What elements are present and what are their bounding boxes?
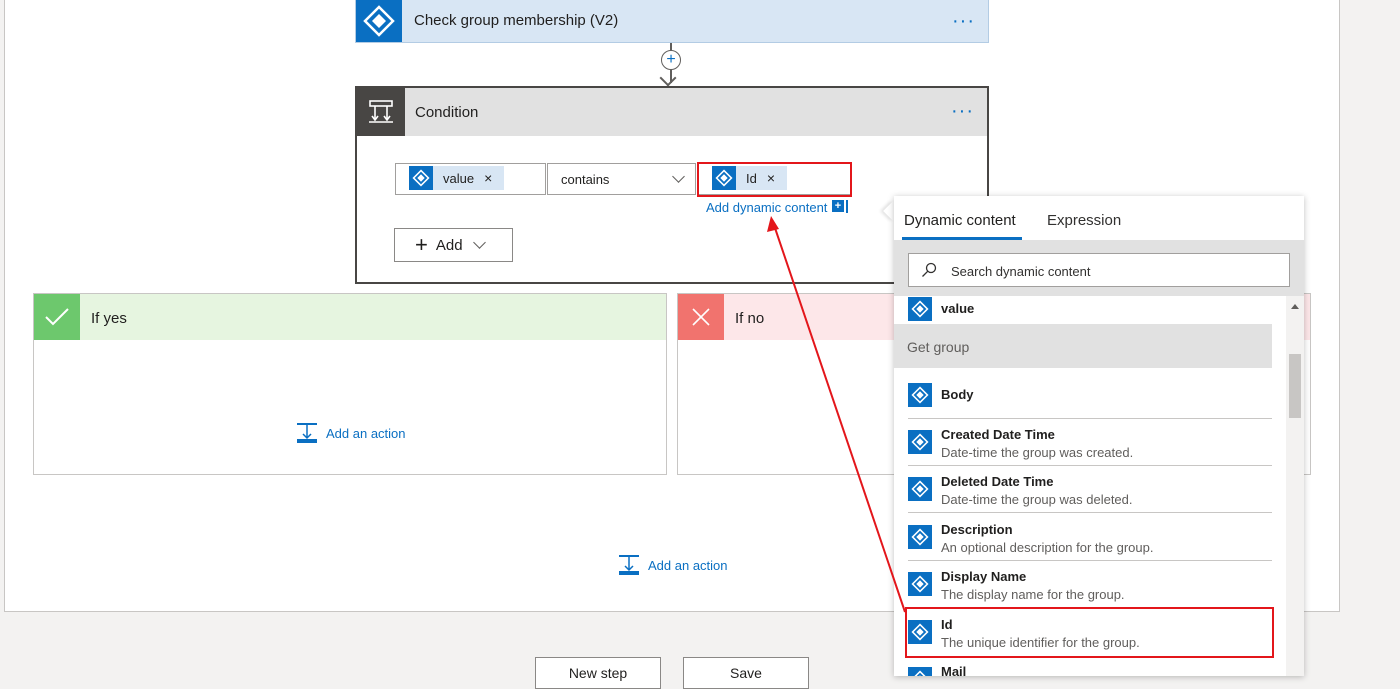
add-action-label: Add an action (326, 425, 406, 441)
item-name: Created Date Time (941, 427, 1055, 442)
divider (846, 200, 848, 213)
list-item[interactable]: Description An optional description for … (908, 514, 1272, 561)
tab-expression[interactable]: Expression (1047, 212, 1121, 229)
azure-ad-icon (908, 430, 932, 454)
add-action-icon (297, 423, 317, 443)
add-action-label: Add an action (648, 557, 728, 573)
item-description: The display name for the group. (941, 587, 1125, 602)
list-item[interactable]: Mail (908, 656, 1272, 676)
if-yes-title: If yes (91, 310, 127, 327)
token-label: value (443, 170, 475, 186)
more-options-icon[interactable]: ··· (951, 101, 974, 121)
condition-left-operand[interactable]: value × (395, 163, 546, 195)
check-icon (34, 294, 80, 340)
add-action-button[interactable]: Add an action (296, 422, 406, 444)
add-dynamic-content-link[interactable]: Add dynamic content (706, 200, 827, 215)
add-condition-row-button[interactable]: + Add (394, 228, 513, 262)
plus-icon: + (415, 232, 428, 257)
operator-value: contains (561, 172, 610, 187)
condition-header[interactable]: Condition ··· (357, 88, 987, 136)
azure-ad-icon (908, 667, 932, 676)
search-icon (922, 262, 937, 277)
add-action-button[interactable]: Add an action (618, 554, 728, 576)
check-group-membership-card[interactable]: Check group membership (V2) ··· (355, 0, 989, 43)
search-placeholder: Search dynamic content (951, 264, 1091, 279)
panel-tabs: Dynamic content Expression (894, 196, 1304, 240)
insert-step-icon[interactable]: + (661, 50, 681, 70)
chevron-down-icon (672, 170, 685, 183)
condition-title: Condition (415, 104, 479, 121)
list-item[interactable]: Display Name The display name for the gr… (908, 561, 1272, 608)
list-item[interactable]: Body (908, 372, 1272, 419)
group-header-get-group: Get group (894, 324, 1272, 368)
more-options-icon[interactable]: ··· (952, 11, 975, 31)
search-input[interactable]: Search dynamic content (908, 253, 1290, 287)
condition-operator-select[interactable]: contains (547, 163, 696, 195)
item-description: Date-time the group was created. (941, 445, 1134, 460)
new-step-button[interactable]: New step (535, 657, 661, 689)
item-name: Description (941, 522, 1013, 537)
scrollbar[interactable] (1286, 296, 1304, 676)
chevron-down-icon (472, 235, 486, 249)
azure-ad-icon (908, 477, 932, 501)
if-no-title: If no (735, 310, 765, 327)
scroll-thumb[interactable] (1289, 354, 1301, 418)
add-dynamic-content-icon[interactable]: + (832, 200, 844, 212)
azure-ad-icon (356, 0, 402, 42)
add-button-label: Add (435, 236, 463, 254)
dynamic-content-panel: Dynamic content Expression Search dynami… (894, 196, 1304, 676)
add-action-icon (619, 555, 639, 575)
tab-dynamic-content[interactable]: Dynamic content (904, 212, 1016, 229)
if-yes-branch: If yes Add an action (33, 293, 667, 475)
item-name: value (941, 301, 975, 316)
highlight-box (905, 607, 1274, 658)
value-token[interactable]: value × (409, 166, 505, 190)
list-item[interactable]: Deleted Date Time Date-time the group wa… (908, 466, 1272, 513)
save-button[interactable]: Save (683, 657, 809, 689)
if-yes-header[interactable]: If yes (34, 294, 666, 340)
azure-ad-icon (908, 572, 932, 596)
condition-icon (357, 88, 405, 136)
azure-ad-icon (409, 166, 433, 190)
item-name: Mail (941, 664, 967, 676)
item-name: Body (941, 387, 974, 402)
azure-ad-icon (908, 525, 932, 549)
item-description: Date-time the group was deleted. (941, 492, 1133, 507)
card-title: Check group membership (V2) (414, 12, 619, 29)
scroll-up-icon[interactable] (1291, 304, 1299, 309)
list-item[interactable]: Created Date Time Date-time the group wa… (908, 419, 1272, 466)
item-name: Display Name (941, 569, 1027, 584)
close-icon (678, 294, 724, 340)
highlight-box (697, 162, 852, 197)
remove-token-icon[interactable]: × (484, 170, 492, 186)
group-title: Get group (907, 339, 970, 355)
item-name: Deleted Date Time (941, 474, 1054, 489)
azure-ad-icon (908, 297, 932, 321)
azure-ad-icon (908, 383, 932, 407)
item-description: An optional description for the group. (941, 540, 1154, 555)
